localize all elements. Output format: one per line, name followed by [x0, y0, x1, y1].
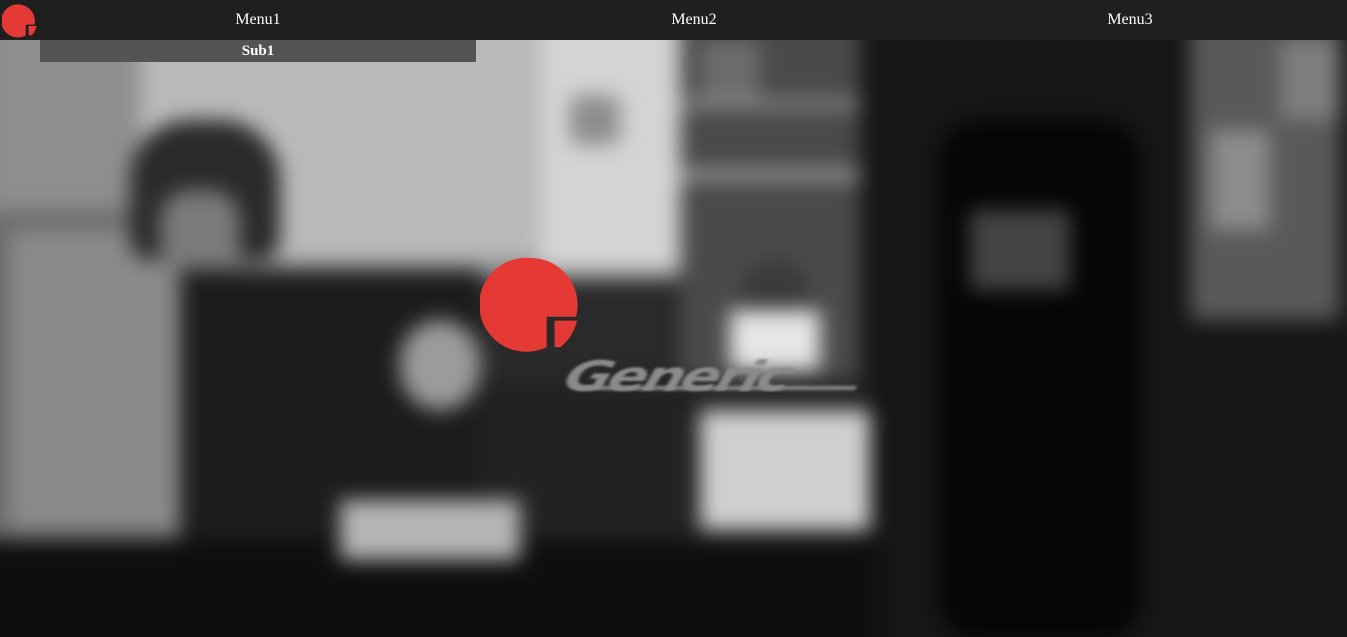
menu1-dropdown: Sub1 — [40, 40, 476, 62]
hero-brand-logo: Generic — [480, 256, 870, 406]
nav-menu1[interactable]: Menu1 — [40, 0, 476, 40]
top-navbar: Menu1 Menu2 Menu3 — [0, 0, 1347, 40]
brand-underline — [579, 386, 857, 390]
brand-logo-icon[interactable] — [2, 3, 38, 39]
submenu-item-sub1[interactable]: Sub1 — [40, 40, 476, 62]
nav-menu3[interactable]: Menu3 — [912, 0, 1347, 40]
brand-logo-icon — [480, 257, 578, 352]
nav-menu2[interactable]: Menu2 — [476, 0, 912, 40]
